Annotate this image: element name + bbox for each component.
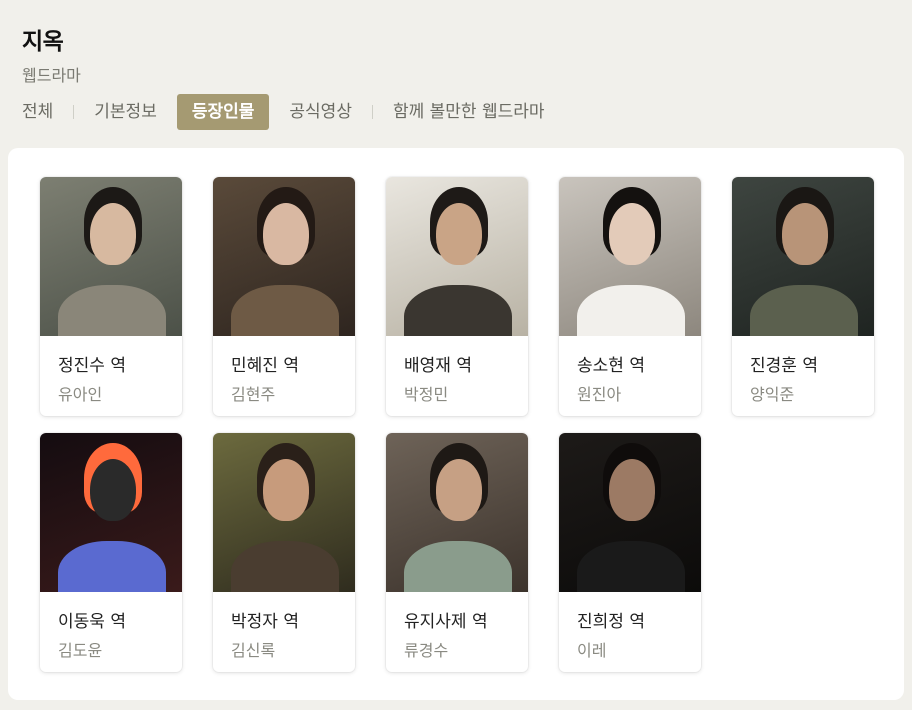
cast-card[interactable]: 박정자 역김신록 bbox=[213, 433, 355, 672]
cast-card[interactable]: 송소현 역원진아 bbox=[559, 177, 701, 416]
tab-divider bbox=[73, 105, 75, 119]
cast-card[interactable]: 배영재 역박정민 bbox=[386, 177, 528, 416]
cast-role: 진경훈 역 bbox=[750, 356, 818, 376]
cast-card[interactable]: 유지사제 역류경수 bbox=[386, 433, 528, 672]
cast-actor: 김현주 bbox=[231, 385, 276, 404]
tab-basic-info[interactable]: 기본정보 bbox=[94, 94, 157, 130]
cast-actor: 원진아 bbox=[577, 385, 622, 404]
tab-divider bbox=[371, 105, 373, 119]
cast-role: 배영재 역 bbox=[404, 356, 472, 376]
cast-card[interactable]: 진경훈 역양익준 bbox=[732, 177, 874, 416]
cast-actor: 김도윤 bbox=[58, 641, 103, 660]
cast-photo[interactable] bbox=[386, 433, 528, 592]
cast-actor: 김신록 bbox=[231, 641, 276, 660]
tab-official-video[interactable]: 공식영상 bbox=[289, 94, 352, 130]
cast-actor: 양익준 bbox=[750, 385, 795, 404]
cast-card[interactable]: 이동욱 역김도윤 bbox=[40, 433, 182, 672]
cast-photo[interactable] bbox=[732, 177, 874, 336]
cast-role: 유지사제 역 bbox=[404, 612, 488, 632]
cast-photo[interactable] bbox=[213, 433, 355, 592]
tab-cast[interactable]: 등장인물 bbox=[176, 94, 270, 130]
cast-card[interactable]: 진희정 역이레 bbox=[559, 433, 701, 672]
cast-role: 정진수 역 bbox=[58, 356, 126, 376]
cast-role: 진희정 역 bbox=[577, 612, 645, 632]
cast-actor: 유아인 bbox=[58, 385, 103, 404]
cast-panel: 정진수 역 유아인 민혜진 역 김현주 배영재 역 박정민 송소현 역 원진아 진경훈 역 양익준… bbox=[8, 148, 904, 700]
cast-actor: 이레 bbox=[577, 641, 607, 660]
tab-related-dramas[interactable]: 함께 볼만한 웹드라마 bbox=[393, 94, 545, 130]
cast-role: 송소현 역 bbox=[577, 356, 645, 376]
page-title: 지옥 bbox=[22, 29, 64, 55]
cast-actor: 류경수 bbox=[404, 641, 449, 660]
cast-role: 민혜진 역 bbox=[231, 356, 299, 376]
cast-photo[interactable] bbox=[559, 177, 701, 336]
cast-photo[interactable] bbox=[559, 433, 701, 592]
cast-card[interactable]: 정진수 역유아인 bbox=[40, 177, 182, 416]
tab-bar: 전체 기본정보 등장인물 공식영상 함께 볼만한 웹드라마 bbox=[22, 94, 545, 130]
page-subtitle: 웹드라마 bbox=[22, 66, 81, 85]
cast-actor: 박정민 bbox=[404, 385, 449, 404]
tab-all[interactable]: 전체 bbox=[22, 94, 53, 130]
cast-role: 이동욱 역 bbox=[58, 612, 126, 632]
cast-photo[interactable] bbox=[40, 433, 182, 592]
cast-role: 박정자 역 bbox=[231, 612, 299, 632]
cast-photo[interactable] bbox=[213, 177, 355, 336]
cast-photo[interactable] bbox=[40, 177, 182, 336]
cast-photo[interactable] bbox=[386, 177, 528, 336]
cast-card[interactable]: 민혜진 역김현주 bbox=[213, 177, 355, 416]
